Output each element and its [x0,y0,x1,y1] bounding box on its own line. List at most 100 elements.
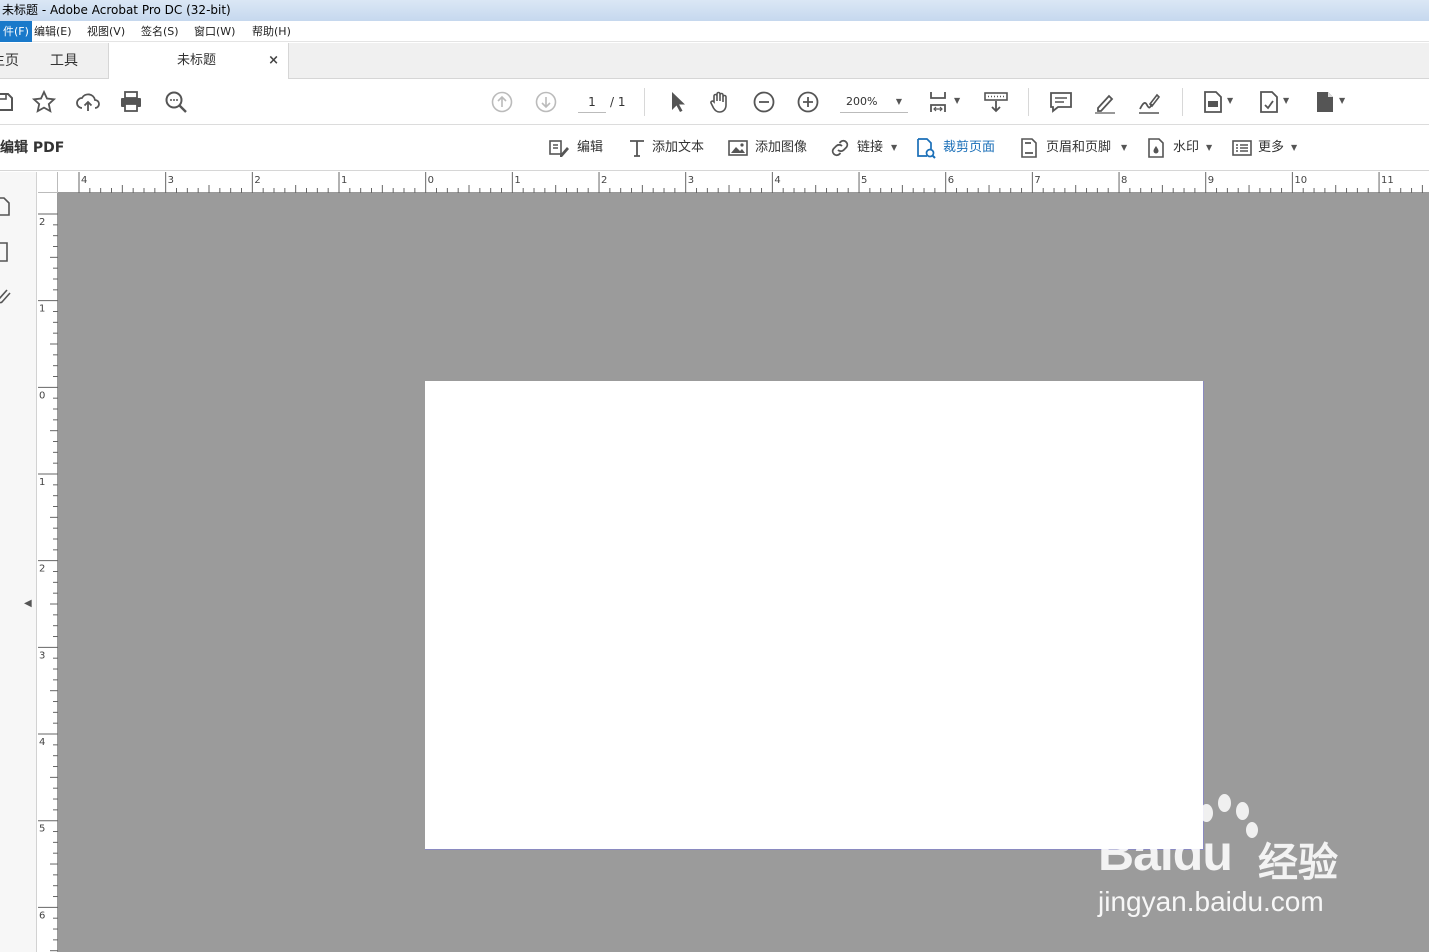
text-icon [630,140,644,157]
ruler-label: 0 [428,175,434,186]
find-icon[interactable] [163,89,189,115]
watermark-cn: 经验 [1258,840,1338,886]
chevron-down-icon[interactable]: ▼ [954,96,960,105]
link-button[interactable]: 链接 ▼ [829,136,899,160]
upload-cloud-icon[interactable] [75,89,101,115]
ruler-label: 3 [39,650,45,661]
fit-page-icon[interactable] [927,89,953,115]
ruler-label: 6 [948,175,954,186]
tab-document[interactable]: 未标题 × [108,43,289,79]
chevron-down-icon[interactable]: ▼ [1227,96,1233,105]
ruler-label: 2 [39,564,45,575]
ruler-label: 7 [1034,175,1040,186]
tab-home[interactable]: 主页 [0,43,19,79]
close-tab-icon[interactable]: × [268,43,279,79]
chevron-down-icon: ▼ [1206,143,1213,152]
ruler-label: 4 [39,737,45,748]
header-footer-button[interactable]: 页眉和页脚 ▼ [1018,136,1130,160]
attachment-icon[interactable] [0,284,12,308]
more-button[interactable]: 更多 ▼ [1231,136,1301,160]
ruler-label: 1 [39,304,45,315]
ruler-label: 1 [341,175,347,186]
add-image-button[interactable]: 添加图像 [727,136,815,160]
edit-button[interactable]: 编辑 [548,136,608,160]
keyboard-scroll-icon[interactable] [983,89,1009,115]
page-down-icon[interactable] [533,89,559,115]
tool-a-icon[interactable] [1200,89,1226,115]
collapse-panel-icon[interactable]: ◀ [24,598,32,609]
sign-icon[interactable] [1136,89,1162,115]
menu-view[interactable]: 视图(V) [84,21,128,42]
ruler-label: 9 [1208,175,1214,186]
pdf-page[interactable] [425,381,1204,850]
chevron-down-icon: ▼ [1121,143,1128,152]
menu-sign[interactable]: 签名(S) [138,21,182,42]
image-icon [728,140,748,156]
ruler-label: 0 [39,390,45,401]
window-title: 未标题 - Adobe Acrobat Pro DC (32-bit) [0,0,1429,21]
zoom-in-icon[interactable] [795,89,821,115]
add-text-label: 添加文本 [652,140,705,155]
chevron-down-icon[interactable]: ▼ [1283,96,1289,105]
ruler-corner [38,172,58,193]
horizontal-ruler: 4 3 2 1 0 1 2 3 4 5 6 7 8 9 10 11 [58,172,1429,193]
bookmarks-icon[interactable] [0,240,12,264]
menu-file[interactable]: 件(F) [0,21,32,42]
tool-b-icon[interactable] [1256,89,1282,115]
page-up-icon[interactable] [489,89,515,115]
pages-thumbnail-icon[interactable] [0,194,12,218]
ruler-label: 1 [39,477,45,488]
left-navigation-panel: ◀ [0,172,37,952]
watermark-url: jingyan.baidu.com [1098,886,1324,917]
more-label: 更多 [1258,140,1285,155]
tab-tools[interactable]: 工具 [50,43,78,79]
ruler-label: 3 [168,175,174,186]
ruler-label: 2 [254,175,260,186]
hand-icon[interactable] [707,89,733,115]
ruler-label: 3 [688,175,694,186]
ruler-label: 8 [1121,175,1127,186]
tool-c-icon[interactable] [1312,89,1338,115]
ruler-label: 6 [39,910,45,921]
edit-pdf-title: 编辑 PDF [0,140,65,156]
link-icon [831,139,849,157]
baidu-jingyan-watermark: Baidu 经验 jingyan.baidu.com [1090,790,1370,930]
link-label: 链接 [857,140,884,155]
zoom-out-icon[interactable] [751,89,777,115]
add-text-button[interactable]: 添加文本 [626,136,711,160]
ruler-label: 1 [514,175,520,186]
tab-document-label: 未标题 [177,53,217,68]
page-total: / 1 [610,95,626,109]
main-toolbar: 1 / 1 200% ▼ ▼ ▼ ▼ ▼ [0,79,1429,125]
crop-pages-button[interactable]: 裁剪页面 [914,136,1002,160]
ruler-label: 5 [39,824,45,835]
chevron-down-icon[interactable]: ▼ [1339,96,1345,105]
chevron-down-icon: ▼ [895,97,902,106]
menu-edit[interactable]: 编辑(E) [31,21,75,42]
menu-help[interactable]: 帮助(H) [249,21,294,42]
more-list-icon [1232,140,1252,156]
print-icon[interactable] [118,89,144,115]
edit-pdf-toolbar: 编辑 PDF 编辑 添加文本 添加图像 链接 ▼ 裁剪页面 页眉和页脚 ▼ 水印… [0,126,1429,171]
bookmark-star-icon[interactable] [31,89,57,115]
ruler-label: 10 [1294,175,1307,186]
edit-text-image-icon [549,140,569,157]
edit-label: 编辑 [577,140,604,155]
ruler-label: 2 [601,175,607,186]
ruler-label: 11 [1381,175,1394,186]
select-arrow-icon[interactable] [664,89,690,115]
chevron-down-icon: ▼ [891,143,898,152]
save-icon[interactable] [0,89,16,115]
watermark-icon [1148,138,1164,158]
zoom-select[interactable]: 200% ▼ [840,91,908,113]
highlight-icon[interactable] [1092,89,1118,115]
chevron-down-icon: ▼ [1291,143,1298,152]
watermark-label: 水印 [1173,140,1200,155]
page-number-input[interactable]: 1 [578,91,606,113]
tab-bar: 主页 工具 未标题 × [0,43,1429,79]
watermark-button[interactable]: 水印 ▼ [1145,136,1215,160]
comment-icon[interactable] [1048,89,1074,115]
ruler-label: 5 [861,175,867,186]
toolbar-separator [644,88,645,116]
menu-window[interactable]: 窗口(W) [191,21,238,42]
